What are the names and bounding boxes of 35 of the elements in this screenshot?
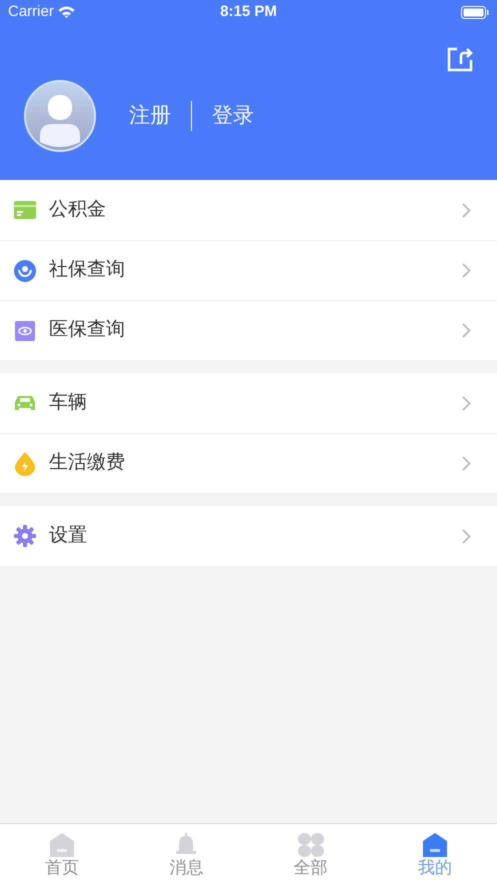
bell-icon [174,833,198,857]
wifi-icon [58,6,75,18]
menu-item[interactable]: 车辆 [0,373,497,433]
carrier-label: Carrier [8,2,54,22]
menu-label: 医保查询 [49,318,125,342]
house-icon [50,833,74,857]
grid-icon [298,833,324,857]
status-time: 8:15 PM [220,2,277,22]
menu-item[interactable]: 医保查询 [0,300,497,360]
register-link[interactable]: 注册 [129,100,171,132]
avatar-icon[interactable] [24,80,96,152]
menu-item[interactable]: 设置 [0,506,497,566]
login-link[interactable]: 登录 [212,100,254,132]
chevron-icon [462,528,471,544]
lightning-drop-icon [15,452,35,476]
chevron-icon [462,263,471,278]
chevron-icon [462,396,471,410]
share-icon[interactable] [447,46,473,72]
chevron-icon [462,323,471,338]
battery-icon [460,6,489,18]
menu-item[interactable]: 公积金 [0,180,497,240]
house-icon [422,833,447,857]
chevron-icon [462,202,471,218]
chevron-icon [462,456,471,471]
menu-label: 生活缴费 [49,451,125,476]
eye-icon [15,320,35,340]
menu-label: 社保查询 [49,258,125,282]
menu-item[interactable]: 生活缴费 [0,433,497,493]
menu-label: 公积金 [49,198,106,222]
settings-icon [14,525,36,547]
card-icon [14,201,36,219]
menu-label: 车辆 [49,390,87,415]
menu-label: 设置 [49,524,87,548]
car-icon [13,394,37,412]
menu-item[interactable]: 社保查询 [0,240,497,300]
